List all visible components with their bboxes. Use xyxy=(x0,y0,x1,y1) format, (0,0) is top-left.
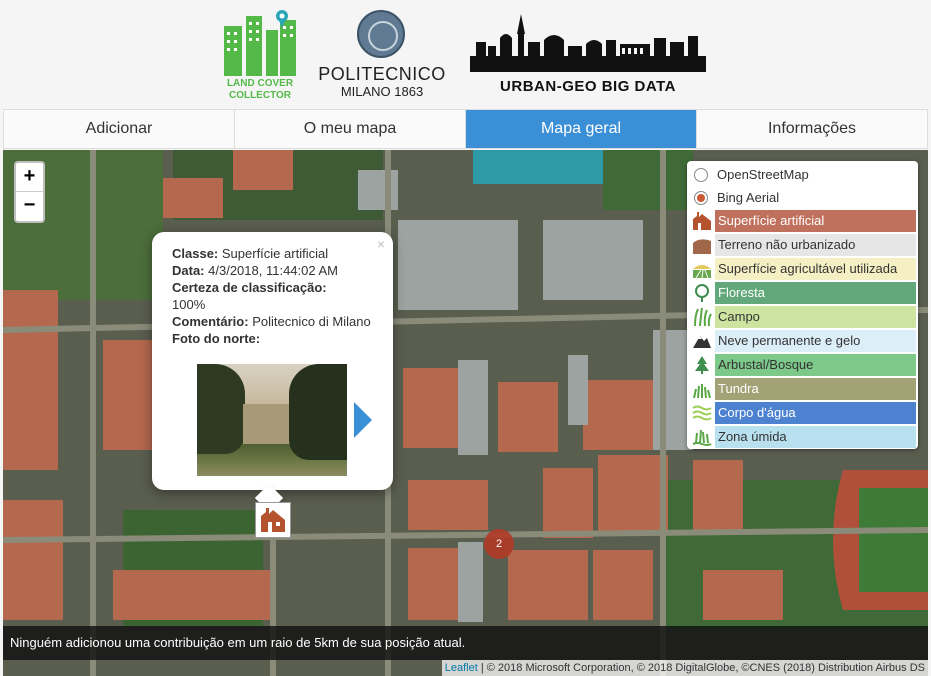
politecnico-name: POLITECNICO xyxy=(318,64,446,84)
field-icon xyxy=(689,257,715,281)
tab-o-meu-mapa[interactable]: O meu mapa xyxy=(235,110,466,148)
overlay-superficie-agricultavel[interactable]: Superfície agricultável utilizada xyxy=(689,257,916,281)
overlay-label: Campo xyxy=(715,306,916,328)
overlay-arbustal-bosque[interactable]: Arbustal/Bosque xyxy=(689,353,916,377)
radio-openstreetmap[interactable] xyxy=(694,167,708,182)
popup-certeza: Certeza de classificação: 100% xyxy=(172,279,375,313)
overlay-neve-gelo[interactable]: Neve permanente e gelo xyxy=(689,329,916,353)
overlay-label: Tundra xyxy=(715,378,916,400)
lcc-logo-text: LAND COVER COLLECTOR xyxy=(226,78,294,101)
tab-informacoes[interactable]: Informações xyxy=(697,110,927,148)
tundra-icon xyxy=(689,377,715,401)
overlay-label: Neve permanente e gelo xyxy=(715,330,916,352)
comentario-label: Comentário: xyxy=(172,314,249,329)
popup-foto: Foto do norte: xyxy=(172,330,375,347)
north-photo xyxy=(197,364,347,476)
building-icon xyxy=(261,508,285,532)
grass-icon xyxy=(689,305,715,329)
classe-value: Superfície artificial xyxy=(221,246,329,261)
overlay-label: Superfície artificial xyxy=(715,210,916,232)
certeza-label: Certeza de classificação: xyxy=(172,280,327,295)
urban-geo-logo-text: URBAN-GEO BIG DATA xyxy=(500,78,676,95)
popup-classe: Classe: Superfície artificial xyxy=(172,245,375,262)
map-attribution: Leaflet | © 2018 Microsoft Corporation, … xyxy=(441,660,928,676)
app-header: LAND COVER COLLECTOR POLITECNICO MILANO … xyxy=(0,0,931,109)
overlay-label: Superfície agricultável utilizada xyxy=(715,258,916,280)
attribution-text: | © 2018 Microsoft Corporation, © 2018 D… xyxy=(477,662,925,674)
zoom-out-button[interactable]: − xyxy=(16,192,43,221)
tree-icon xyxy=(689,281,715,305)
shrub-icon xyxy=(689,353,715,377)
leaflet-link[interactable]: Leaflet xyxy=(445,662,478,674)
overlay-zona-umida[interactable]: Zona úmida xyxy=(689,425,916,449)
overlay-campo[interactable]: Campo xyxy=(689,305,916,329)
marker-cluster[interactable]: 2 xyxy=(484,529,514,559)
overlay-label: Arbustal/Bosque xyxy=(715,354,916,376)
city-skyline-icon xyxy=(470,14,706,72)
certeza-value: 100% xyxy=(172,297,206,312)
overlay-corpo-agua[interactable]: Corpo d'água xyxy=(689,401,916,425)
base-layer-label: Bing Aerial xyxy=(717,190,780,205)
popup-close-button[interactable]: × xyxy=(377,236,385,253)
politecnico-logo: POLITECNICO MILANO 1863 xyxy=(312,10,452,102)
urban-geo-logo: URBAN-GEO BIG DATA xyxy=(470,12,706,98)
popup-data: Data: 4/3/2018, 11:44:02 AM xyxy=(172,262,375,279)
radio-bing-aerial[interactable] xyxy=(694,190,708,205)
tab-adicionar[interactable]: Adicionar xyxy=(4,110,235,148)
overlay-label: Corpo d'água xyxy=(715,402,916,424)
classe-label: Classe: xyxy=(172,246,219,261)
data-value: 4/3/2018, 11:44:02 AM xyxy=(208,263,339,278)
base-layer-openstreetmap[interactable]: OpenStreetMap xyxy=(689,163,916,186)
water-icon xyxy=(689,401,715,425)
building-icon xyxy=(689,209,715,233)
data-label: Data: xyxy=(172,263,205,278)
overlay-label: Floresta xyxy=(715,282,916,304)
main-navigation: Adicionar O meu mapa Mapa geral Informaç… xyxy=(3,109,928,149)
bare-land-icon xyxy=(689,233,715,257)
snow-icon xyxy=(689,329,715,353)
next-photo-arrow-icon[interactable] xyxy=(354,402,372,438)
overlay-label: Zona úmida xyxy=(715,426,916,448)
wetland-icon xyxy=(689,425,715,449)
zoom-in-button[interactable]: + xyxy=(16,163,43,192)
foto-label: Foto do norte: xyxy=(172,331,261,346)
overlay-floresta[interactable]: Floresta xyxy=(689,281,916,305)
overlay-label: Terreno não urbanizado xyxy=(715,234,916,256)
status-message: Ninguém adicionou uma contribuição em um… xyxy=(3,626,928,660)
base-layer-label: OpenStreetMap xyxy=(717,167,809,182)
base-layer-bing-aerial[interactable]: Bing Aerial xyxy=(689,186,916,209)
politecnico-subtitle: MILANO 1863 xyxy=(340,84,424,99)
overlay-superficie-artificial[interactable]: Superfície artificial xyxy=(689,209,916,233)
map-view[interactable]: + − × Classe: Superfície artificial Data… xyxy=(3,150,928,676)
zoom-control: + − xyxy=(14,161,45,223)
layers-control: OpenStreetMap Bing Aerial Superfície art… xyxy=(687,161,918,449)
politecnico-seal-icon xyxy=(357,10,405,58)
overlay-tundra[interactable]: Tundra xyxy=(689,377,916,401)
map-marker-artificial-surface[interactable] xyxy=(255,502,291,538)
marker-popup: × Classe: Superfície artificial Data: 4/… xyxy=(152,232,393,513)
overlay-terreno-nao-urbanizado[interactable]: Terreno não urbanizado xyxy=(689,233,916,257)
land-cover-collector-logo: LAND COVER COLLECTOR xyxy=(220,8,300,101)
popup-comentario: Comentário: Politecnico di Milano xyxy=(172,313,375,330)
comentario-value: Politecnico di Milano xyxy=(252,314,371,329)
tab-mapa-geral[interactable]: Mapa geral xyxy=(466,110,697,148)
city-buildings-icon xyxy=(224,10,296,76)
